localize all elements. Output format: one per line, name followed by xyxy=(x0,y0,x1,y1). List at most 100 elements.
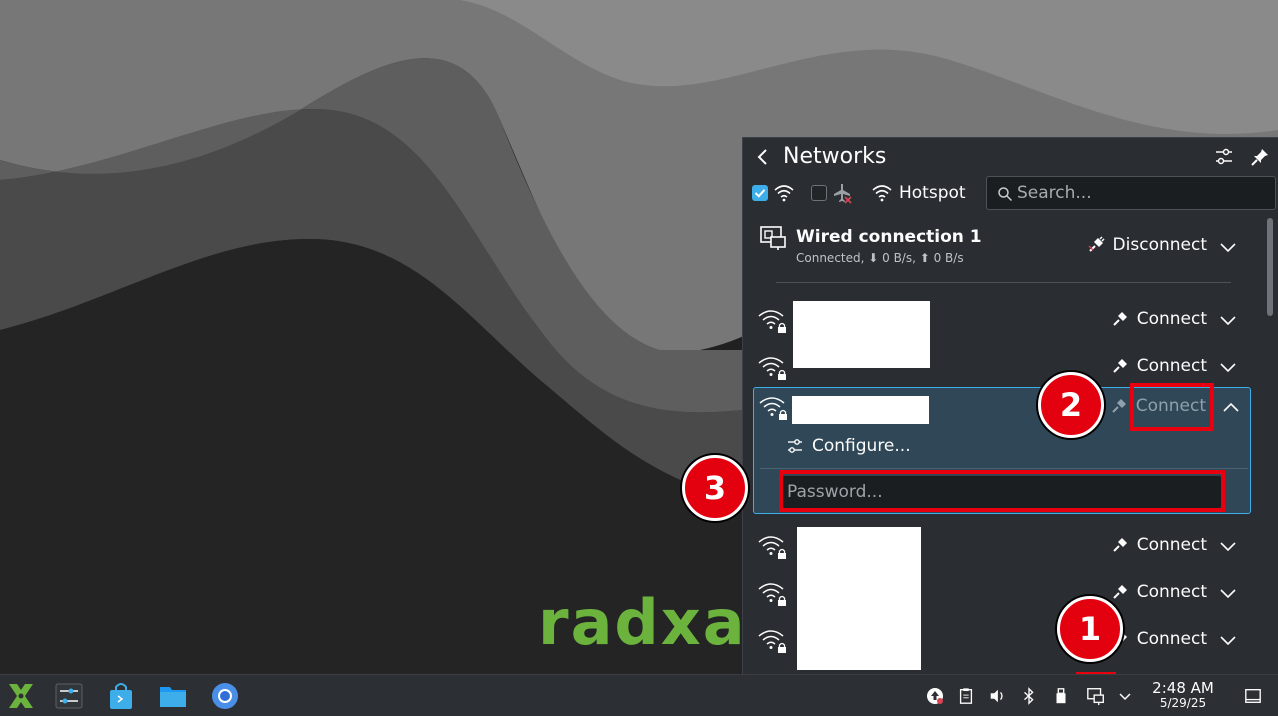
folder-icon xyxy=(160,687,186,707)
connect-button[interactable]: Connect xyxy=(1111,582,1207,602)
wifi-network-item[interactable]: Connect xyxy=(753,619,1251,663)
chevron-down-icon[interactable] xyxy=(1219,313,1237,327)
configure-button[interactable]: Configure... xyxy=(786,436,911,456)
tray-expand-button[interactable] xyxy=(1114,685,1136,707)
clipboard-glyph-icon xyxy=(959,688,973,704)
plug-icon xyxy=(1088,236,1105,252)
wifi-network-item[interactable]: Connect xyxy=(753,572,1251,616)
connect-button[interactable]: Connect xyxy=(1111,309,1207,329)
connect-label: Connect xyxy=(1136,309,1207,329)
clock-date: 5/29/25 xyxy=(1159,696,1207,710)
plug-icon xyxy=(1111,399,1126,413)
secured-wifi-icon xyxy=(758,536,786,559)
scrollbar[interactable] xyxy=(1267,218,1273,316)
software-store-button[interactable] xyxy=(104,679,138,713)
secured-wifi-icon xyxy=(759,397,787,420)
secured-wifi-icon xyxy=(758,583,786,606)
panel-header: Networks xyxy=(743,138,1278,176)
secured-wifi-icon xyxy=(758,357,786,380)
connect-button[interactable]: Connect xyxy=(1111,356,1207,376)
plug-icon xyxy=(1112,585,1127,599)
plug-icon xyxy=(1112,312,1127,326)
radxa-logo: radxa xyxy=(538,586,747,659)
chromium-browser-button[interactable] xyxy=(208,679,242,713)
chevron-down-icon[interactable] xyxy=(1219,586,1237,600)
connect-label: Connect xyxy=(1136,582,1207,602)
step-1-marker: 1 xyxy=(1057,596,1123,662)
taskbar: 2:48 AM 5/29/25 xyxy=(0,674,1278,716)
application-launcher-button[interactable] xyxy=(4,679,38,713)
wifi-icon xyxy=(774,185,794,202)
settings-icon xyxy=(55,683,83,709)
usb-drive-icon xyxy=(1056,688,1066,704)
redacted-network-name xyxy=(793,345,930,368)
connection-list: Wired connection 1 Connected, ⬇ 0 B/s, ⬆… xyxy=(743,215,1265,674)
wifi-network-item[interactable]: Connect xyxy=(753,299,1251,351)
hotspot-button[interactable]: Hotspot xyxy=(871,180,966,206)
update-icon xyxy=(927,688,943,704)
xfce-launcher-icon xyxy=(9,684,33,708)
back-arrow-icon[interactable] xyxy=(753,146,773,168)
chevron-down-icon xyxy=(1119,693,1131,701)
speaker-icon xyxy=(990,689,1003,703)
bluetooth-icon[interactable] xyxy=(1018,685,1040,707)
file-manager-button[interactable] xyxy=(156,679,190,713)
configure-label: Configure... xyxy=(812,436,911,456)
airplane-icon xyxy=(834,184,852,204)
wired-network-icon xyxy=(760,226,786,250)
chevron-down-icon[interactable] xyxy=(1219,539,1237,553)
digital-clock[interactable]: 2:48 AM 5/29/25 xyxy=(1142,679,1224,710)
bluetooth-glyph-icon xyxy=(1024,687,1034,705)
connect-label: Connect xyxy=(1136,629,1207,649)
chevron-up-icon[interactable] xyxy=(1222,400,1240,414)
chevron-down-icon[interactable] xyxy=(1219,633,1237,647)
removable-device-icon[interactable] xyxy=(1050,685,1072,707)
redacted-network-name xyxy=(793,301,930,351)
password-highlight-box xyxy=(779,470,1225,512)
plug-icon xyxy=(1112,538,1127,552)
clipboard-icon[interactable] xyxy=(955,685,977,707)
disconnect-button[interactable]: Disconnect xyxy=(1087,235,1207,255)
secured-wifi-icon xyxy=(758,310,786,333)
wifi-toggle-checkbox[interactable] xyxy=(752,185,768,201)
panel-toolbar: Hotspot xyxy=(743,176,1278,212)
step-3-marker: 3 xyxy=(682,455,748,521)
search-input[interactable] xyxy=(1017,179,1267,207)
search-icon xyxy=(998,187,1013,202)
secured-wifi-icon xyxy=(758,630,786,653)
pin-icon[interactable] xyxy=(1249,146,1271,168)
network-tray-icon[interactable] xyxy=(1085,685,1107,707)
airplane-mode-checkbox[interactable] xyxy=(811,185,827,201)
show-desktop-button[interactable] xyxy=(1242,685,1264,707)
step-2-marker: 2 xyxy=(1038,372,1104,438)
connect-highlight-box xyxy=(1130,383,1214,431)
expanded-divider xyxy=(760,468,1248,469)
show-desktop-icon xyxy=(1245,689,1261,703)
hotspot-icon xyxy=(872,185,892,202)
plug-icon xyxy=(1112,359,1127,373)
clock-time: 2:48 AM xyxy=(1152,679,1214,697)
wired-connection-item[interactable]: Wired connection 1 Connected, ⬇ 0 B/s, ⬆… xyxy=(753,215,1251,277)
chevron-down-icon[interactable] xyxy=(1219,360,1237,374)
connect-label: Connect xyxy=(1136,535,1207,555)
configure-network-icon[interactable] xyxy=(1213,146,1235,168)
connect-label: Connect xyxy=(1136,356,1207,376)
wired-connection-name: Wired connection 1 xyxy=(796,227,982,247)
configure-icon xyxy=(788,439,802,453)
panel-title: Networks xyxy=(783,144,887,169)
chromium-icon xyxy=(212,683,238,709)
redacted-network-name xyxy=(792,396,929,424)
search-box[interactable] xyxy=(986,176,1276,210)
wifi-network-item[interactable]: Connect xyxy=(753,525,1251,670)
system-settings-button[interactable] xyxy=(52,679,86,713)
hotspot-label: Hotspot xyxy=(899,183,966,203)
connect-button[interactable]: Connect xyxy=(1111,629,1207,649)
list-divider xyxy=(776,282,1231,283)
wired-connection-status: Connected, ⬇ 0 B/s, ⬆ 0 B/s xyxy=(796,251,964,265)
update-notifier-icon[interactable] xyxy=(924,685,946,707)
connect-button[interactable]: Connect xyxy=(1111,535,1207,555)
store-bag-icon xyxy=(110,683,132,709)
chevron-down-icon[interactable] xyxy=(1219,240,1237,254)
wired-network-tray-icon xyxy=(1087,688,1104,706)
volume-icon[interactable] xyxy=(986,685,1008,707)
